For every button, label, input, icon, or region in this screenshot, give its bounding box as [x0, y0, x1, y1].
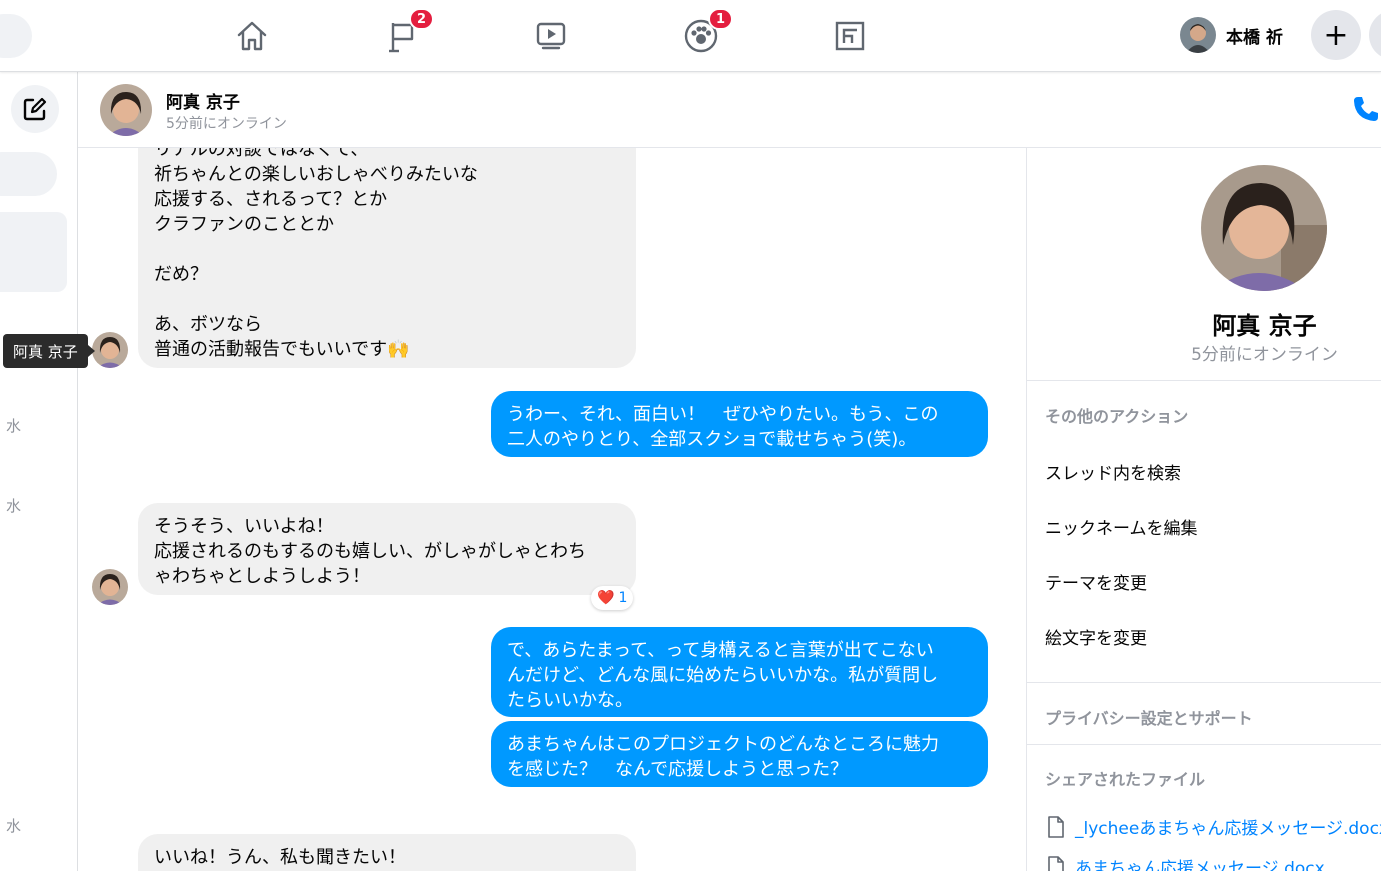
flag-notification-badge: 2	[408, 8, 434, 30]
conversation-day-label: 水	[6, 817, 22, 835]
create-button[interactable]: +	[1311, 10, 1361, 60]
change-emoji-action[interactable]: 絵文字を変更	[1045, 624, 1147, 649]
selected-conversation[interactable]	[0, 212, 67, 292]
contact-name[interactable]: 阿真 京子	[166, 88, 240, 113]
conversation-search-input[interactable]	[0, 152, 57, 196]
privacy-support-heading[interactable]: プライバシー設定とサポート	[1045, 705, 1253, 729]
contact-avatar[interactable]	[100, 84, 152, 136]
profile-chip[interactable]: 本橋 祈	[1180, 16, 1283, 54]
user-avatar	[1180, 17, 1216, 53]
conversation-day-label: 水	[6, 497, 22, 515]
conversation-day-label: 水	[6, 417, 22, 435]
divider	[1027, 744, 1381, 745]
panel-contact-name: 阿真 京子	[1212, 312, 1317, 340]
phone-call-icon[interactable]	[1351, 94, 1381, 124]
heart-reaction-icon: ❤️	[597, 590, 615, 606]
tooltip-text: 阿真 京子	[13, 342, 78, 361]
change-theme-action[interactable]: テーマを変更	[1045, 569, 1147, 594]
gaming-icon[interactable]	[828, 14, 872, 58]
conversation-info-panel: 阿真 京子 5分前にオンライン その他のアクション スレッド内を検索 ニックネー…	[1026, 148, 1381, 871]
conversation-list: 水 水 水	[0, 72, 78, 871]
panel-contact-status: 5分前にオンライン	[1191, 345, 1338, 365]
sender-avatar	[92, 569, 128, 605]
search-button[interactable]	[0, 14, 32, 58]
message-bubble-incoming[interactable]: いいね！うん、私も聞きたい！	[138, 834, 636, 871]
reaction-count: 1	[618, 590, 628, 606]
groups-notification-badge: 1	[707, 8, 733, 30]
message-bubble-incoming[interactable]: リアルの対談ではなくて、 祈ちゃんとの楽しいおしゃべりみたいな 応援する、される…	[138, 148, 636, 368]
plus-icon: +	[1323, 17, 1349, 53]
home-icon[interactable]	[230, 14, 274, 58]
message-reaction[interactable]: ❤️ 1	[591, 586, 634, 610]
document-icon	[1048, 815, 1064, 838]
divider	[1027, 682, 1381, 683]
message-bubble-outgoing[interactable]: うわー、それ、面白い！ ぜひやりたい。もう、この 二人のやりとり、全部スクショで…	[491, 391, 988, 457]
edit-nickname-action[interactable]: ニックネームを編集	[1045, 514, 1198, 539]
contact-profile-photo[interactable]	[1201, 165, 1327, 291]
shared-file-link[interactable]: あまちゃん応援メッセージ.docx	[1047, 854, 1325, 871]
shared-file-name: あまちゃん応援メッセージ.docx	[1075, 859, 1325, 871]
sender-avatar	[92, 332, 128, 368]
more-actions-heading[interactable]: その他のアクション	[1045, 403, 1188, 427]
shared-files-heading[interactable]: シェアされたファイル	[1045, 766, 1205, 790]
shared-file-link[interactable]: _lycheeあまちゃん応援メッセージ.docx	[1047, 814, 1381, 839]
sender-tooltip: 阿真 京子	[3, 334, 95, 368]
document-icon	[1048, 855, 1064, 871]
search-in-thread-action[interactable]: スレッド内を検索	[1045, 459, 1181, 484]
message-bubble-outgoing[interactable]: あまちゃんはこのプロジェクトのどんなところに魅力 を感じた？ なんで応援しようと…	[491, 721, 988, 787]
message-thread: リアルの対談ではなくて、 祈ちゃんとの楽しいおしゃべりみたいな 応援する、される…	[78, 148, 1026, 871]
shared-file-name: _lycheeあまちゃん応援メッセージ.docx	[1075, 819, 1381, 839]
watch-video-icon[interactable]	[529, 14, 573, 58]
groups-icon[interactable]: 1	[679, 8, 733, 58]
compose-icon	[23, 97, 47, 121]
top-navigation-bar: 2 1 本橋 祈 +	[0, 0, 1381, 72]
contact-status: 5分前にオンライン	[166, 116, 287, 132]
divider	[1027, 380, 1381, 381]
profile-name: 本橋 祈	[1226, 27, 1283, 48]
message-bubble-incoming[interactable]: そうそう、いいよね！ 応援されるのもするのも嬉しい、がしゃがしゃとわち ゃわちゃ…	[138, 503, 636, 595]
menu-button[interactable]	[1369, 10, 1381, 60]
chat-header: 阿真 京子 5分前にオンライン	[78, 72, 1381, 148]
pages-flag-icon[interactable]: 2	[380, 8, 434, 58]
new-message-button[interactable]	[11, 85, 59, 133]
message-bubble-outgoing[interactable]: で、あらたまって、って身構えると言葉が出てこない んだけど、どんな風に始めたらい…	[491, 627, 988, 717]
